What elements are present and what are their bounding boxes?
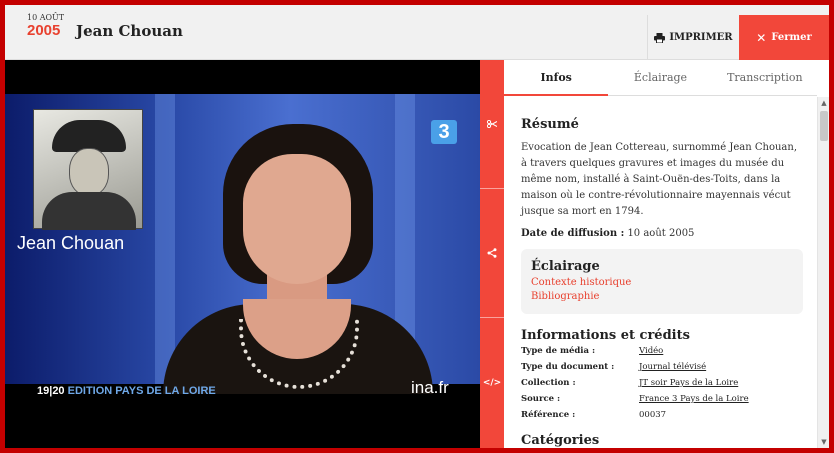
eclairage-title: Éclairage bbox=[531, 259, 600, 274]
credit-value-collection[interactable]: JT soir Pays de la Loire bbox=[639, 376, 738, 391]
credit-row: Référence : 00037 bbox=[521, 408, 803, 423]
credit-row: Type du document : Journal télévisé bbox=[521, 360, 803, 375]
date-day: 10 AOÛT bbox=[27, 13, 65, 22]
credit-value-source[interactable]: France 3 Pays de la Loire bbox=[639, 392, 749, 407]
infos-content: Résumé Evocation de Jean Cottereau, surn… bbox=[504, 97, 817, 448]
panel-scrollbar[interactable]: ▲ ▼ bbox=[817, 97, 829, 448]
link-bibliographie[interactable]: Bibliographie bbox=[531, 291, 791, 302]
date-year: 2005 bbox=[27, 22, 61, 39]
video-action-bar: </> bbox=[480, 60, 504, 448]
tab-infos[interactable]: Infos bbox=[504, 60, 609, 96]
credits-title: Informations et crédits bbox=[521, 328, 690, 343]
page-title: Jean Chouan bbox=[76, 22, 183, 40]
modal-header: 10 AOÛT 2005 Jean Chouan IMPRIMER ✕ Ferm… bbox=[5, 5, 829, 60]
embed-icon: </> bbox=[482, 378, 502, 388]
panel-tabs: Infos Éclairage Transcription bbox=[504, 60, 817, 96]
edition-banner: 19|20 EDITION PAYS DE LA LOIRE bbox=[37, 385, 216, 397]
print-button[interactable]: IMPRIMER bbox=[647, 15, 739, 60]
ina-watermark: ina.fr bbox=[411, 378, 449, 397]
close-button[interactable]: ✕ Fermer bbox=[739, 15, 829, 60]
credit-value-reference: 00037 bbox=[639, 410, 667, 420]
portrait-engraving bbox=[33, 109, 143, 230]
diffusion-date: Date de diffusion : 10 août 2005 bbox=[521, 228, 695, 239]
share-icon bbox=[487, 248, 497, 258]
printer-icon bbox=[654, 32, 666, 43]
broadcast-date: 10 AOÛT 2005 bbox=[27, 13, 65, 39]
info-panel: Infos Éclairage Transcription Résumé Evo… bbox=[504, 60, 829, 448]
scroll-thumb[interactable] bbox=[820, 111, 828, 141]
credit-value-media-type[interactable]: Vidéo bbox=[639, 344, 663, 359]
video-player[interactable]: Jean Chouan 3 19|20 EDITION PAYS DE LA L… bbox=[5, 60, 480, 448]
close-label: Fermer bbox=[771, 32, 812, 43]
credit-row: Type de média : Vidéo bbox=[521, 344, 803, 359]
credit-row: Source : France 3 Pays de la Loire bbox=[521, 392, 803, 407]
summary-title: Résumé bbox=[521, 117, 579, 132]
share-button[interactable] bbox=[480, 189, 504, 318]
credit-key: Source : bbox=[521, 394, 561, 404]
credit-key: Type de média : bbox=[521, 346, 596, 356]
credit-row: Collection : JT soir Pays de la Loire bbox=[521, 376, 803, 391]
studio-light bbox=[155, 94, 175, 384]
cut-button[interactable] bbox=[480, 60, 504, 189]
close-icon: ✕ bbox=[756, 30, 767, 45]
video-frame: Jean Chouan 3 bbox=[5, 94, 480, 394]
video-caption: Jean Chouan bbox=[17, 233, 125, 253]
scissors-icon bbox=[487, 120, 497, 128]
credit-key: Référence : bbox=[521, 410, 576, 420]
summary-text: Evocation de Jean Cottereau, surnommé Je… bbox=[521, 142, 797, 217]
print-label: IMPRIMER bbox=[669, 32, 733, 43]
tab-transcription[interactable]: Transcription bbox=[713, 60, 817, 95]
france3-logo: 3 bbox=[431, 120, 457, 144]
categories-title: Catégories bbox=[521, 433, 600, 448]
scroll-down-arrow-icon[interactable]: ▼ bbox=[818, 436, 829, 448]
scroll-up-arrow-icon[interactable]: ▲ bbox=[818, 97, 829, 109]
credit-value-document-type[interactable]: Journal télévisé bbox=[639, 360, 706, 375]
credit-key: Collection : bbox=[521, 378, 576, 388]
modal-window: 10 AOÛT 2005 Jean Chouan IMPRIMER ✕ Ferm… bbox=[5, 5, 829, 448]
embed-button[interactable]: </> bbox=[480, 318, 504, 448]
link-contexte-historique[interactable]: Contexte historique bbox=[531, 277, 791, 288]
eclairage-box: Éclairage Contexte historique Bibliograp… bbox=[521, 249, 803, 314]
credit-key: Type du document : bbox=[521, 362, 615, 372]
tab-eclairage[interactable]: Éclairage bbox=[608, 60, 712, 95]
